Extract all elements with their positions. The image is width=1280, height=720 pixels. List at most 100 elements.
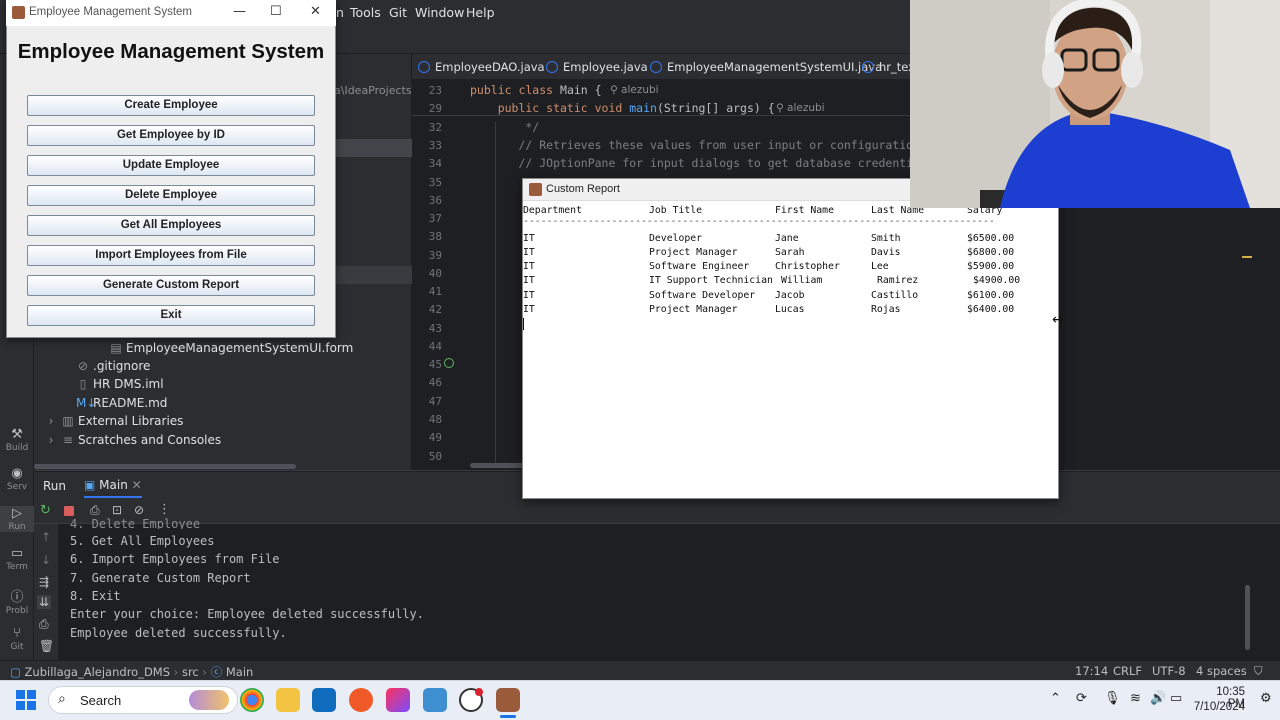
code-line-23: public class Main { bbox=[470, 83, 602, 97]
tree-item-readme[interactable]: M↓README.md bbox=[76, 396, 167, 414]
ems-window-title: Employee Management System bbox=[29, 6, 192, 18]
update-employee-button[interactable]: Update Employee bbox=[27, 155, 315, 176]
line-number: 40 bbox=[428, 267, 442, 280]
services-tool-button[interactable]: ◉ Serv bbox=[0, 466, 34, 492]
code-token: main bbox=[629, 101, 657, 115]
tab-label: EmployeeDAO.java bbox=[435, 60, 545, 74]
warning-marker[interactable] bbox=[1242, 256, 1252, 258]
sync-icon[interactable]: ⟳ bbox=[1076, 691, 1087, 706]
taskbar-date[interactable]: 7/10/2024 bbox=[1190, 701, 1245, 713]
console-scrollbar[interactable] bbox=[1245, 585, 1250, 650]
notepad-icon[interactable] bbox=[423, 688, 447, 712]
menu-item-help[interactable]: Help bbox=[466, 5, 495, 20]
arrow-up-icon[interactable]: ↑ bbox=[41, 530, 51, 544]
menu-item-partial[interactable]: n bbox=[336, 5, 344, 20]
stop-icon[interactable] bbox=[64, 506, 74, 516]
file-explorer-icon[interactable] bbox=[276, 688, 300, 712]
rerun-icon[interactable]: ↻ bbox=[40, 503, 51, 518]
arrow-down-icon[interactable]: ↓ bbox=[41, 553, 51, 567]
webcam-overlay bbox=[910, 0, 1280, 208]
code-line-29: public static void main(String[] args) { bbox=[470, 101, 775, 115]
tab-employeedao[interactable]: EmployeeDAO.java bbox=[418, 60, 545, 74]
problems-tool-button[interactable]: ⓘ Probl bbox=[0, 586, 34, 616]
file-encoding[interactable]: UTF-8 bbox=[1152, 664, 1186, 678]
taskbar-search[interactable]: ⌕ Search bbox=[48, 686, 238, 714]
project-path: a\IdeaProjects\ bbox=[334, 84, 412, 97]
report-cell: Developer bbox=[649, 233, 703, 244]
override-gutter-icon[interactable] bbox=[444, 358, 454, 368]
java-app-taskbar-icon[interactable] bbox=[496, 688, 520, 712]
indent-setting[interactable]: 4 spaces bbox=[1196, 664, 1247, 678]
git-tool-button[interactable]: ⑂ Git bbox=[0, 626, 34, 652]
tab-hr-text[interactable]: hr_tex bbox=[862, 60, 915, 74]
soft-wrap-icon[interactable]: ⇶ bbox=[39, 575, 49, 589]
scratch-icon: ≡ bbox=[62, 433, 74, 447]
trash-icon[interactable]: 🗑 bbox=[39, 639, 54, 653]
restore-layout-icon[interactable]: ⊡ bbox=[112, 503, 122, 517]
maximize-icon[interactable]: ☐ bbox=[270, 4, 282, 19]
microphone-icon[interactable]: 🎙 bbox=[1104, 691, 1121, 706]
get-employee-by-id-button[interactable]: Get Employee by ID bbox=[27, 125, 315, 146]
brave-icon[interactable] bbox=[349, 688, 373, 712]
volume-icon[interactable]: 🔊 bbox=[1150, 691, 1166, 706]
report-cell: IT bbox=[523, 275, 535, 286]
menu-item-git[interactable]: Git bbox=[389, 5, 407, 20]
report-window-title: Custom Report bbox=[546, 183, 620, 195]
report-text-area[interactable] bbox=[523, 201, 1058, 498]
scroll-to-end-icon[interactable]: ⇊ bbox=[37, 595, 52, 609]
problems-icon: ⓘ bbox=[10, 590, 24, 605]
run-panel-title: Run bbox=[43, 479, 67, 493]
close-icon[interactable]: ✕ bbox=[132, 478, 142, 492]
breadcrumb-item[interactable]: src bbox=[182, 665, 199, 679]
menu-item-tools[interactable]: Tools bbox=[350, 5, 381, 20]
caret-position[interactable]: 17:14 bbox=[1075, 664, 1108, 678]
report-cell: $5900.00 bbox=[967, 261, 1015, 272]
tab-employee-ui[interactable]: EmployeeManagementSystemUI.java bbox=[650, 60, 882, 74]
minimize-icon[interactable]: — bbox=[233, 4, 246, 19]
tab-main[interactable]: ▣ Main ✕ bbox=[84, 478, 142, 498]
line-separator[interactable]: CRLF bbox=[1113, 664, 1142, 678]
camera-icon[interactable]: ⎙ bbox=[90, 503, 100, 518]
generate-report-button[interactable]: Generate Custom Report bbox=[27, 275, 315, 296]
notification-bell-icon[interactable]: ⚙ bbox=[1260, 691, 1272, 706]
breadcrumb-item[interactable]: Main bbox=[226, 665, 253, 679]
outlook-icon[interactable] bbox=[312, 688, 336, 712]
console-line: 8. Exit bbox=[70, 589, 121, 603]
wifi-icon[interactable]: ≋ bbox=[1130, 691, 1141, 706]
close-icon[interactable]: ✕ bbox=[310, 4, 321, 19]
class-icon bbox=[546, 61, 558, 73]
tab-employee[interactable]: Employee.java bbox=[546, 60, 648, 74]
delete-employee-button[interactable]: Delete Employee bbox=[27, 185, 315, 206]
build-tool-button[interactable]: ⚒ Build bbox=[0, 427, 34, 453]
lock-icon[interactable]: ⛉ bbox=[1254, 664, 1263, 679]
battery-icon[interactable]: ▭ bbox=[1170, 691, 1182, 706]
report-cell: William bbox=[781, 275, 823, 286]
tree-item-external-libraries[interactable]: › ▥ External Libraries bbox=[44, 414, 184, 432]
intellij-icon[interactable] bbox=[386, 688, 410, 712]
print-icon[interactable]: ⎙ bbox=[39, 617, 49, 632]
breadcrumb-item[interactable]: Zubillaga_Alejandro_DMS bbox=[25, 665, 171, 679]
windows-start-icon[interactable] bbox=[16, 690, 36, 710]
tree-item-scratches[interactable]: › ≡ Scratches and Consoles bbox=[44, 433, 222, 451]
exit-button[interactable]: Exit bbox=[27, 305, 315, 326]
chevron-up-icon[interactable]: ⌃ bbox=[1050, 691, 1061, 706]
editor-horizontal-scrollbar[interactable] bbox=[470, 463, 525, 468]
active-app-indicator bbox=[500, 715, 516, 718]
project-horizontal-scrollbar[interactable] bbox=[34, 464, 296, 469]
create-employee-button[interactable]: Create Employee bbox=[27, 95, 315, 116]
get-all-employees-button[interactable]: Get All Employees bbox=[27, 215, 315, 236]
ems-titlebar[interactable]: Employee Management System — ☐ ✕ bbox=[6, 0, 336, 26]
report-cell: Rojas bbox=[871, 304, 901, 315]
pin-icon[interactable]: ⊘ bbox=[134, 503, 144, 517]
tree-item-form[interactable]: ▤ EmployeeManagementSystemUI.form bbox=[109, 341, 353, 359]
line-number: 42 bbox=[428, 303, 442, 316]
chrome-icon[interactable] bbox=[240, 688, 264, 712]
import-employees-button[interactable]: Import Employees from File bbox=[27, 245, 315, 266]
menu-item-window[interactable]: Window bbox=[415, 5, 464, 20]
run-tool-button[interactable]: ▷ Run bbox=[0, 506, 34, 532]
more-options-icon[interactable]: ⋮ bbox=[158, 502, 171, 517]
tree-item-iml[interactable]: ▯ HR DMS.iml bbox=[76, 377, 164, 395]
run-config-icon: ▣ bbox=[84, 478, 100, 492]
tree-item-gitignore[interactable]: ⊘ .gitignore bbox=[76, 359, 150, 377]
terminal-tool-button[interactable]: ▭ Term bbox=[0, 546, 34, 572]
